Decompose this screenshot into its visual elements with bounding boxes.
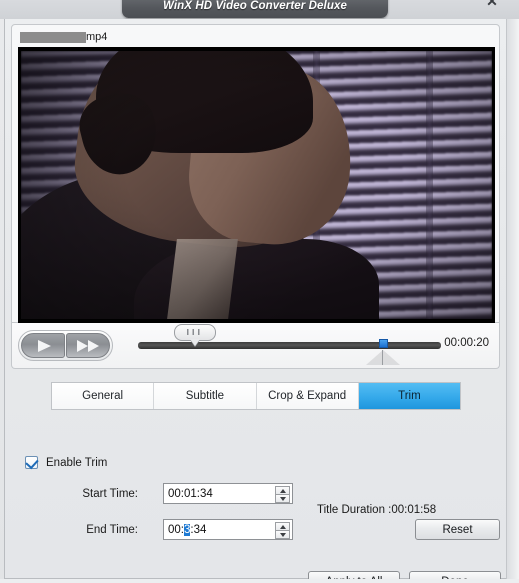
video-frame-inner xyxy=(21,51,492,319)
end-time-prefix: 00: xyxy=(168,523,184,536)
file-name-row: mp4 xyxy=(20,29,107,45)
window-title: WinX HD Video Converter Deluxe xyxy=(163,0,347,12)
start-time-stepper[interactable] xyxy=(275,486,290,503)
video-preview[interactable] xyxy=(18,47,495,323)
transport-controls xyxy=(18,330,113,361)
fast-forward-icon xyxy=(77,340,88,352)
timeline-marker-stem xyxy=(382,350,383,365)
fast-forward-button[interactable] xyxy=(66,333,110,358)
current-time-readout: 00:00:20 xyxy=(444,337,489,349)
trim-settings-panel: Enable Trim Start Time: 00:01:34 End Tim… xyxy=(11,418,500,547)
window-bottom-edge xyxy=(0,579,519,583)
enable-trim-checkbox[interactable] xyxy=(25,455,39,470)
reset-button[interactable]: Reset xyxy=(415,519,500,540)
title-bar: WinX HD Video Converter Deluxe ✕ xyxy=(0,0,519,19)
timeline-marker-icon[interactable] xyxy=(379,339,388,348)
vignette-overlay xyxy=(21,51,492,319)
play-icon xyxy=(38,340,51,352)
start-time-value[interactable]: 00:01:34 xyxy=(164,488,213,500)
end-time-increment-button[interactable] xyxy=(275,522,290,530)
timeline-marker-tent xyxy=(366,350,400,365)
fast-forward-icon xyxy=(88,340,99,352)
chevron-up-icon xyxy=(280,525,286,529)
checkmark-icon xyxy=(25,455,39,470)
tab-crop-and-expand[interactable]: Crop & Expand xyxy=(256,383,359,409)
close-icon[interactable]: ✕ xyxy=(481,0,503,10)
tab-strip: General Subtitle Crop & Expand Trim xyxy=(51,382,461,410)
end-time-label: End Time: xyxy=(86,524,138,536)
end-time-value[interactable]: 00:3:34 xyxy=(164,523,207,536)
end-time-stepper[interactable] xyxy=(275,522,290,539)
start-time-field[interactable]: 00:01:34 xyxy=(163,483,293,504)
timeline-scrubber-handle[interactable] xyxy=(174,324,216,346)
content-panel: mp4 00:00:20 General Subtitle Crop & Exp… xyxy=(4,19,507,583)
scrubber-pointer-icon xyxy=(190,339,200,346)
end-time-field[interactable]: 00:3:34 xyxy=(163,519,293,540)
chevron-down-icon xyxy=(280,497,286,501)
chevron-down-icon xyxy=(280,533,286,537)
chevron-up-icon xyxy=(280,489,286,493)
title-duration-text: Title Duration :00:01:58 xyxy=(317,504,437,516)
enable-trim-row[interactable]: Enable Trim xyxy=(25,455,108,470)
player-bar: 00:00:20 xyxy=(11,323,500,369)
play-button[interactable] xyxy=(21,333,65,358)
tab-general[interactable]: General xyxy=(52,383,155,409)
start-time-increment-button[interactable] xyxy=(275,486,290,494)
file-name-extension: mp4 xyxy=(86,31,108,43)
window-right-edge xyxy=(506,19,519,583)
start-time-label: Start Time: xyxy=(82,488,138,500)
preview-card: mp4 xyxy=(11,24,500,323)
timeline-track[interactable] xyxy=(138,324,441,365)
tab-subtitle[interactable]: Subtitle xyxy=(154,383,257,409)
end-time-suffix: :34 xyxy=(190,523,207,536)
tab-trim[interactable]: Trim xyxy=(358,383,460,409)
start-time-decrement-button[interactable] xyxy=(275,494,290,503)
end-time-decrement-button[interactable] xyxy=(275,530,290,539)
slider-grip-icon xyxy=(187,329,202,335)
winx-trim-dialog: WinX HD Video Converter Deluxe ✕ mp4 00:… xyxy=(0,0,519,583)
enable-trim-label: Enable Trim xyxy=(46,456,108,469)
file-name-redacted-block xyxy=(20,31,86,43)
title-tab: WinX HD Video Converter Deluxe xyxy=(122,0,388,18)
